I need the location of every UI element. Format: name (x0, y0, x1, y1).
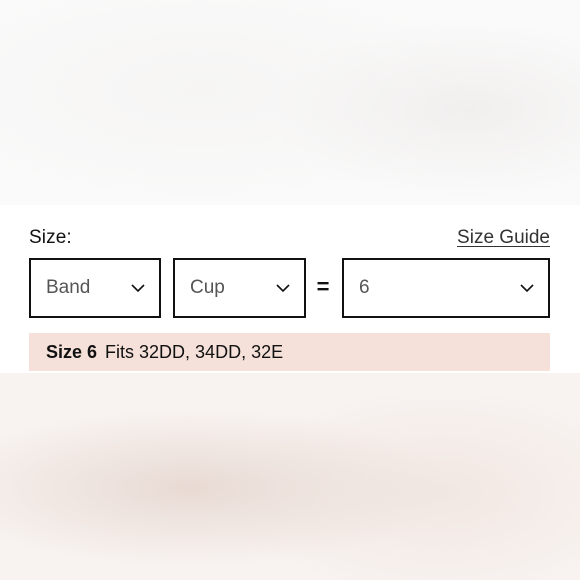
size-dropdown[interactable]: 6 (342, 258, 550, 318)
cup-dropdown-value: Cup (190, 277, 225, 298)
band-dropdown[interactable]: Band (29, 258, 161, 318)
fit-size-name: Size 6 (46, 341, 98, 362)
blurred-product-image-bottom (0, 373, 580, 580)
product-size-page: Size: Size Guide Band Cup = 6 Size 6 Fit… (0, 0, 580, 580)
size-fit-banner: Size 6 Fits 32DD, 34DD, 32E (29, 333, 550, 371)
fit-description: Fits 32DD, 34DD, 32E (105, 341, 284, 362)
equals-sign: = (316, 274, 330, 299)
size-heading: Size: (29, 227, 72, 248)
chevron-down-icon (520, 281, 534, 295)
blurred-product-image-top (0, 0, 580, 205)
cup-dropdown[interactable]: Cup (173, 258, 306, 318)
size-dropdown-value: 6 (359, 277, 370, 298)
chevron-down-icon (131, 281, 145, 295)
band-dropdown-value: Band (46, 277, 91, 298)
size-selector-panel: Size: Size Guide Band Cup = 6 Size 6 Fit… (0, 205, 580, 373)
chevron-down-icon (276, 281, 290, 295)
size-guide-link[interactable]: Size Guide (457, 227, 550, 249)
